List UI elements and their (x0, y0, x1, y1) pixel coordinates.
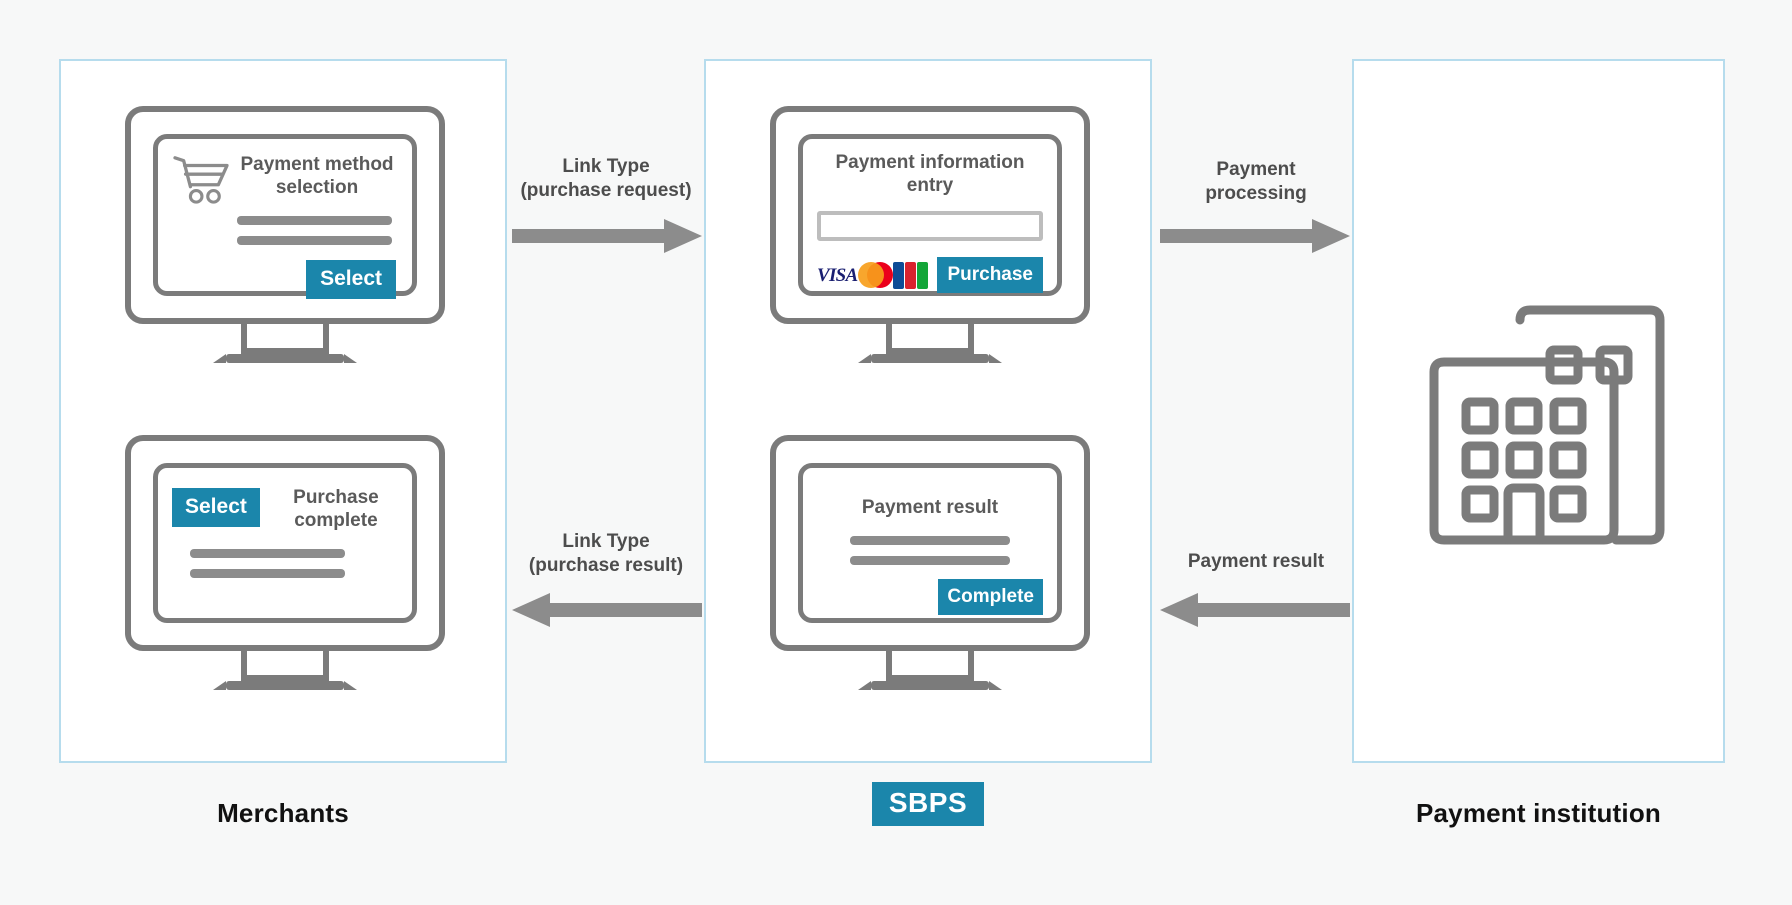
placeholder-line (190, 569, 345, 579)
arrow-label-payment-processing: Payment processing (1205, 159, 1307, 204)
visa-icon: VISA (817, 264, 858, 286)
monitor-base (213, 354, 357, 363)
arrow-payment-result (1160, 592, 1350, 633)
placeholder-line (850, 556, 1010, 566)
monitor-bezel: Payment method selection Select (125, 106, 445, 324)
placeholder-line (237, 216, 392, 225)
screen-title: Payment result (861, 497, 999, 518)
screen-title: Purchase complete (293, 487, 379, 532)
jcb-icon (893, 261, 929, 289)
shopping-cart-icon (172, 153, 230, 205)
arrow-label-purchase-result: Link Type (purchase result) (528, 531, 684, 576)
placeholder-line (850, 536, 1010, 546)
card-brands-and-action-row: VISA Purchase (817, 257, 1043, 294)
complete-button[interactable]: Complete (938, 579, 1043, 616)
purchase-button[interactable]: Purchase (937, 257, 1043, 294)
payment-flow-diagram: Payment method selection Select Select P… (0, 0, 1792, 905)
monitor-screen: Payment information entry VISA Purchase (798, 134, 1062, 296)
monitor-screen: Payment method selection Select (153, 134, 417, 299)
monitor-neck (241, 651, 329, 681)
monitor-neck (886, 324, 974, 354)
monitor-purchase-complete: Select Purchase complete (125, 435, 445, 690)
placeholder-line (237, 236, 392, 245)
building-icon (1410, 262, 1674, 552)
select-button[interactable]: Select (306, 260, 396, 299)
mastercard-icon (858, 262, 893, 289)
monitor-base (858, 354, 1002, 363)
arrow-payment-processing (1160, 218, 1350, 259)
screen-title: Payment method selection (240, 154, 394, 199)
monitor-neck (886, 651, 974, 681)
monitor-bezel: Payment information entry VISA Purchase (770, 106, 1090, 324)
monitor-payment-information-entry: Payment information entry VISA Purchase (770, 106, 1090, 363)
arrow-purchase-request (512, 218, 702, 259)
monitor-screen: Select Purchase complete (153, 463, 417, 623)
column-label-merchants: Merchants (217, 798, 349, 828)
monitor-base (858, 681, 1002, 690)
column-label-sbps-wrap: SBPS (704, 782, 1152, 826)
select-button[interactable]: Select (172, 488, 260, 527)
arrow-label-purchase-request: Link Type (purchase request) (520, 156, 692, 201)
column-label-payment-institution: Payment institution (1415, 798, 1662, 828)
monitor-payment-result: Payment result Complete (770, 435, 1090, 690)
arrow-purchase-result (512, 592, 702, 633)
screen-action-row: Select (172, 260, 398, 299)
screen-title: Payment information entry (835, 152, 1025, 197)
placeholder-line (190, 549, 345, 559)
screen-header: Select Purchase complete (172, 480, 398, 532)
monitor-bezel: Select Purchase complete (125, 435, 445, 651)
monitor-neck (241, 324, 329, 354)
monitor-bezel: Payment result Complete (770, 435, 1090, 651)
monitor-payment-method-selection: Payment method selection Select (125, 106, 445, 363)
monitor-screen: Payment result Complete (798, 463, 1062, 623)
monitor-base (213, 681, 357, 690)
column-label-sbps: SBPS (871, 782, 985, 826)
screen-action-row: Complete (817, 579, 1043, 616)
screen-header: Payment method selection (172, 151, 398, 205)
arrow-label-payment-result: Payment result (1187, 551, 1325, 572)
payment-information-input[interactable] (817, 211, 1043, 242)
